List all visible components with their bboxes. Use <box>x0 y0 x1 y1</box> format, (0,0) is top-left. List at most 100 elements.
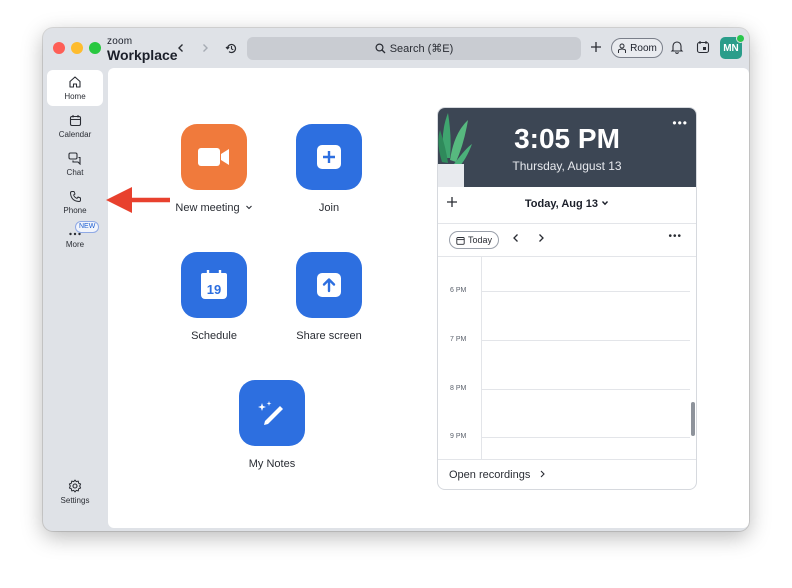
hour-line <box>482 437 690 438</box>
my-notes-button[interactable] <box>239 380 305 446</box>
share-screen-action[interactable]: Share screen <box>269 252 389 342</box>
new-meeting-label: New meeting <box>175 202 252 214</box>
home-panel: New meeting Join 19 Schedule Share scree… <box>108 68 749 528</box>
calendar-footer: Open recordings <box>438 459 696 489</box>
sidebar-item-chat[interactable]: Chat <box>47 146 103 182</box>
calendar-day-selector[interactable]: Today, Aug 13 <box>438 198 696 210</box>
chevron-down-icon <box>602 201 609 206</box>
hour-label: 8 PM <box>450 385 467 392</box>
hour-line <box>482 291 690 292</box>
online-status-dot <box>736 34 745 43</box>
whiteboard-icon <box>696 41 710 54</box>
join-label: Join <box>318 202 340 214</box>
schedule-action[interactable]: 19 Schedule <box>154 252 274 342</box>
schedule-button[interactable]: 19 <box>181 252 247 318</box>
calendar-day-label: Today, Aug 13 <box>524 198 599 210</box>
notifications-button[interactable] <box>670 40 684 54</box>
chat-icon <box>68 151 81 165</box>
calendar-header-more-button[interactable]: ••• <box>672 116 688 130</box>
room-button[interactable]: Room <box>611 38 663 58</box>
calendar-header: 3:05 PM Thursday, August 13 ••• <box>438 108 696 187</box>
plus-square-icon <box>317 145 341 169</box>
sidebar-item-label: Phone <box>63 205 87 215</box>
avatar-initials: MN <box>723 42 739 54</box>
search-label: Search (⌘E) <box>389 43 454 55</box>
zoom-window-button[interactable] <box>89 42 101 54</box>
today-button[interactable]: Today <box>449 231 500 249</box>
open-recordings-link[interactable]: Open recordings <box>449 469 546 481</box>
hour-line <box>482 340 690 341</box>
my-notes-action[interactable]: My Notes <box>212 380 332 470</box>
sidebar-item-label: Calendar <box>58 129 92 139</box>
calendar-icon <box>456 236 465 245</box>
search-icon <box>375 43 386 54</box>
sidebar-item-label: Settings <box>60 496 90 505</box>
video-camera-icon <box>198 148 229 166</box>
calendar-nav-row: Today ••• <box>438 224 696 257</box>
app-logo: zoom Workplace <box>107 36 178 63</box>
hour-label: 6 PM <box>450 287 467 294</box>
calendar-scrollbar[interactable] <box>691 402 695 436</box>
whiteboard-button[interactable] <box>696 40 710 54</box>
today-button-label: Today <box>468 235 493 245</box>
gear-icon <box>68 479 82 493</box>
chevron-left-icon <box>178 44 183 52</box>
calendar-widget: 3:05 PM Thursday, August 13 ••• Today, A… <box>437 107 697 490</box>
sidebar-item-settings[interactable]: Settings <box>47 474 103 510</box>
logo-brand-large: Workplace <box>107 47 178 63</box>
red-arrow-annotation <box>106 187 170 213</box>
sidebar-item-label: More <box>65 240 85 249</box>
history-icon <box>225 43 236 53</box>
new-meeting-action[interactable]: New meeting <box>154 124 274 214</box>
open-recordings-label: Open recordings <box>449 469 531 481</box>
title-bar: zoom Workplace Search (⌘E) Room MN <box>43 28 749 68</box>
calendar-day-grid[interactable]: 6 PM 7 PM 8 PM 9 PM <box>438 257 696 460</box>
chevron-right-icon <box>541 470 546 478</box>
new-meeting-button[interactable] <box>181 124 247 190</box>
join-button[interactable] <box>296 124 362 190</box>
share-screen-label: Share screen <box>296 330 362 342</box>
history-button[interactable] <box>223 40 239 56</box>
add-button[interactable] <box>590 41 602 53</box>
sidebar-item-calendar[interactable]: Calendar <box>47 108 103 144</box>
hour-line <box>482 389 690 390</box>
back-button[interactable] <box>173 40 189 56</box>
previous-day-button[interactable] <box>512 232 520 246</box>
share-up-arrow-icon <box>317 273 341 297</box>
chevron-down-icon[interactable] <box>245 203 253 211</box>
avatar[interactable]: MN <box>720 34 745 59</box>
time-column-divider <box>481 257 482 460</box>
forward-button[interactable] <box>197 40 213 56</box>
new-badge: NEW <box>75 221 100 233</box>
logo-brand-small: zoom <box>107 36 133 47</box>
share-screen-button[interactable] <box>296 252 362 318</box>
new-meeting-text: New meeting <box>175 202 240 214</box>
join-action[interactable]: Join <box>269 124 389 214</box>
sidebar-item-label: Home <box>64 92 86 101</box>
minimize-window-button[interactable] <box>71 42 83 54</box>
calendar-icon <box>69 114 81 126</box>
hour-label: 7 PM <box>450 336 467 343</box>
next-day-button[interactable] <box>537 232 545 246</box>
notes-pen-icon <box>258 401 283 425</box>
phone-icon <box>69 190 81 202</box>
schedule-label: Schedule <box>191 330 237 342</box>
sidebar-item-label: Chat <box>66 167 84 177</box>
home-icon <box>69 76 81 88</box>
chevron-right-icon <box>539 234 544 242</box>
chevron-right-icon <box>203 44 208 52</box>
calendar-date-number: 19 <box>207 282 221 297</box>
sidebar-item-phone[interactable]: Phone <box>47 184 103 220</box>
hour-label: 9 PM <box>450 433 467 440</box>
my-notes-label: My Notes <box>248 458 296 470</box>
chevron-left-icon <box>513 234 518 242</box>
sidebar-item-home[interactable]: Home <box>47 70 103 106</box>
close-window-button[interactable] <box>53 42 65 54</box>
room-label: Room <box>630 42 657 54</box>
current-time: 3:05 PM <box>514 123 620 154</box>
calendar-date-row: Today, Aug 13 <box>438 187 696 224</box>
plus-icon <box>591 42 601 52</box>
calendar-options-button[interactable]: ••• <box>668 231 682 242</box>
search-bar[interactable]: Search (⌘E) <box>247 37 581 60</box>
bell-icon <box>670 41 684 54</box>
